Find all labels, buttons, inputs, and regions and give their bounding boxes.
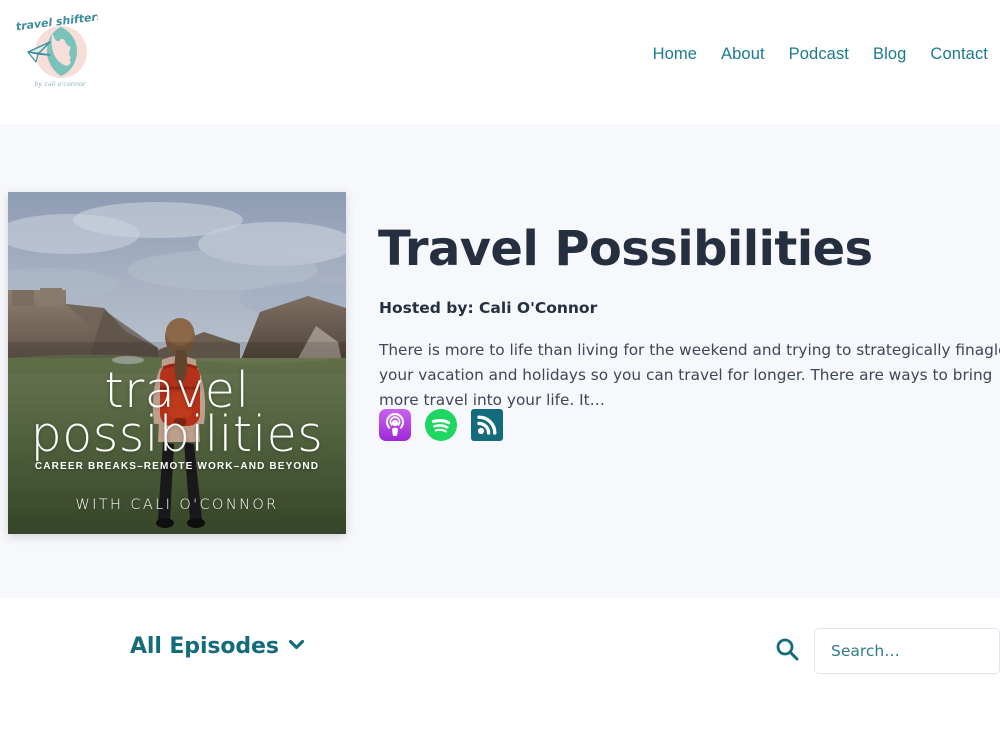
nav-item-podcast[interactable]: Podcast <box>777 45 861 64</box>
spotify-icon[interactable] <box>425 409 457 441</box>
listen-links <box>379 409 503 441</box>
episode-filter-dropdown[interactable]: All Episodes <box>130 634 306 659</box>
rss-icon[interactable] <box>471 409 503 441</box>
svg-text:by cali o'connor: by cali o'connor <box>34 80 87 88</box>
search-icon[interactable] <box>774 636 800 667</box>
podcast-cover-art[interactable]: travel possibilities CAREER BREAKS–REMOT… <box>8 192 346 534</box>
apple-podcasts-icon[interactable] <box>379 409 411 441</box>
main-navigation: Home About Podcast Blog Contact <box>641 45 988 64</box>
episode-search <box>774 628 1000 674</box>
search-input[interactable] <box>814 628 1000 674</box>
nav-item-about[interactable]: About <box>709 45 777 64</box>
episodes-section: All Episodes <box>0 598 1000 750</box>
podcast-description: There is more to life than living for th… <box>379 341 1000 409</box>
site-header: travel shifters by cali o'connor Home Ab… <box>0 0 1000 124</box>
podcast-host: Hosted by: Cali O'Connor <box>379 299 598 317</box>
podcast-hero-section: travel possibilities CAREER BREAKS–REMOT… <box>0 124 1000 598</box>
site-logo[interactable]: travel shifters by cali o'connor <box>16 14 98 90</box>
episode-filter-label: All Episodes <box>130 634 279 659</box>
chevron-down-icon <box>287 635 306 659</box>
page-title: Travel Possibilities <box>378 221 873 277</box>
nav-item-blog[interactable]: Blog <box>861 45 918 64</box>
nav-item-home[interactable]: Home <box>641 45 709 64</box>
nav-item-contact[interactable]: Contact <box>918 45 988 64</box>
